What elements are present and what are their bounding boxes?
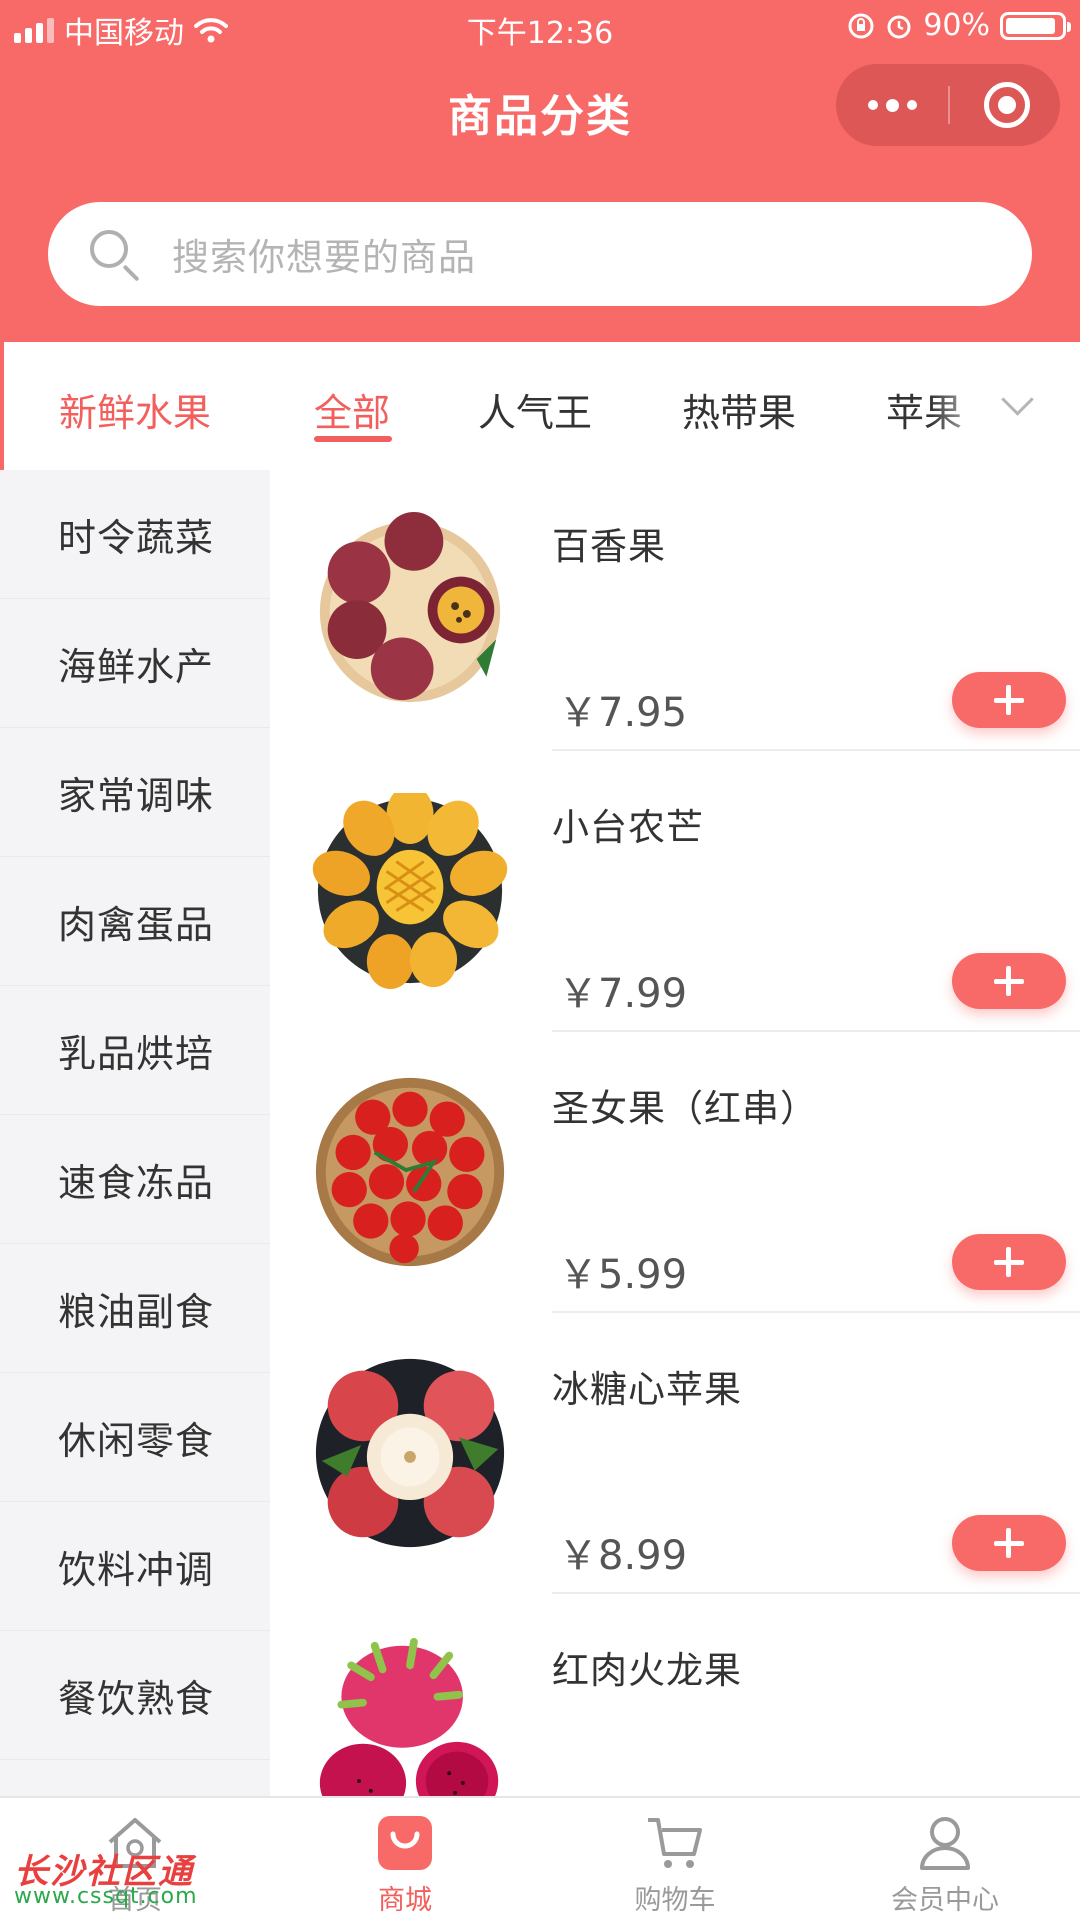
add-to-cart-button[interactable] <box>952 672 1066 728</box>
product-price: ￥7.95 <box>558 690 688 736</box>
product-name: 圣女果（红串） <box>552 1087 818 1130</box>
cherry-tomato-image[interactable] <box>312 1074 508 1270</box>
current-category[interactable]: 新鲜水果 <box>0 382 270 437</box>
capsule-divider <box>948 86 950 124</box>
close-target-icon[interactable] <box>984 82 1030 128</box>
add-to-cart-button[interactable] <box>952 1234 1066 1290</box>
category-sidebar: 时令蔬菜 海鲜水产 家常调味 肉禽蛋品 乳品烘培 速食冻品 粮油副食 休闲零食 … <box>0 470 270 1796</box>
product-price: ￥5.99 <box>558 1252 688 1298</box>
sidebar-item-meat-eggs[interactable]: 肉禽蛋品 <box>0 857 270 986</box>
product-card[interactable]: 冰糖心苹果 ￥8.99 <box>270 1313 1080 1594</box>
add-to-cart-button[interactable] <box>952 1515 1066 1571</box>
product-price: ￥7.99 <box>558 971 688 1017</box>
search-placeholder: 搜索你想要的商品 <box>172 236 476 279</box>
product-card[interactable]: 圣女果（红串） ￥5.99 <box>270 1032 1080 1313</box>
sidebar-item-seafood[interactable]: 海鲜水产 <box>0 599 270 728</box>
tab-all[interactable]: 全部 <box>314 382 390 437</box>
sidebar-item-seasoning[interactable]: 家常调味 <box>0 728 270 857</box>
tab-tropical[interactable]: 热带果 <box>682 382 796 437</box>
product-name: 小台农芒 <box>552 806 704 849</box>
sidebar-item-frozen[interactable]: 速食冻品 <box>0 1115 270 1244</box>
nav-label: 购物车 <box>634 1885 716 1916</box>
alarm-icon <box>887 15 911 38</box>
add-to-cart-button[interactable] <box>952 953 1066 1009</box>
dragon-fruit-image[interactable] <box>312 1636 508 1796</box>
sidebar-item-vegetables[interactable]: 时令蔬菜 <box>0 470 270 599</box>
search-icon <box>86 226 142 282</box>
product-name: 百香果 <box>552 525 666 568</box>
nav-cart[interactable]: 购物车 <box>540 1798 810 1920</box>
battery-percent: 90% <box>923 8 990 43</box>
nav-member[interactable]: 会员中心 <box>810 1798 1080 1920</box>
rotation-lock-icon <box>848 13 874 38</box>
product-price: ￥8.99 <box>558 1533 688 1579</box>
apple-image[interactable] <box>312 1355 508 1551</box>
battery-icon <box>1000 11 1071 40</box>
mini-program-capsule <box>836 64 1060 146</box>
sidebar-item-deli[interactable]: 餐饮熟食 <box>0 1631 270 1760</box>
tab-popular[interactable]: 人气王 <box>478 382 592 437</box>
sub-category-tabs: 新鲜水果 全部 人气王 热带果 苹果 <box>0 342 1080 470</box>
tab-underline <box>314 436 392 442</box>
sidebar-item-dairy-bakery[interactable]: 乳品烘培 <box>0 986 270 1115</box>
mango-image[interactable] <box>312 793 508 989</box>
search-input[interactable]: 搜索你想要的商品 <box>48 202 1032 306</box>
sidebar-item-grain-oil[interactable]: 粮油副食 <box>0 1244 270 1373</box>
header-bar: 中国移动 下午12:36 90% 商品分类 搜索你想要的商品 <box>0 0 1080 342</box>
status-bar: 中国移动 下午12:36 90% <box>0 0 1080 54</box>
nav-label: 会员中心 <box>891 1885 999 1916</box>
product-name: 红肉火龙果 <box>552 1649 742 1692</box>
shopping-bag-icon <box>378 1816 432 1870</box>
product-name: 冰糖心苹果 <box>552 1368 742 1411</box>
product-card[interactable]: 小台农芒 ￥7.99 <box>270 751 1080 1032</box>
user-icon <box>920 1817 970 1870</box>
product-card[interactable]: 红肉火龙果 <box>270 1594 1080 1796</box>
nav-mall[interactable]: 商城 <box>270 1798 540 1920</box>
passion-fruit-image[interactable] <box>312 512 508 708</box>
sidebar-item-drinks[interactable]: 饮料冲调 <box>0 1502 270 1631</box>
product-card[interactable]: 百香果 ￥7.95 <box>270 470 1080 751</box>
chevron-down-icon[interactable] <box>1000 386 1034 420</box>
product-list: 百香果 ￥7.95 小台农芒 ￥7.99 圣女果（红串） ￥5.99 冰糖心苹果… <box>270 470 1080 1796</box>
watermark-url: www.cssqt.com <box>14 1884 198 1909</box>
cart-icon <box>648 1818 702 1868</box>
nav-label: 商城 <box>378 1885 432 1916</box>
more-menu-icon[interactable] <box>836 64 948 146</box>
battery-level <box>1006 17 1055 34</box>
sidebar-item-snacks[interactable]: 休闲零食 <box>0 1373 270 1502</box>
